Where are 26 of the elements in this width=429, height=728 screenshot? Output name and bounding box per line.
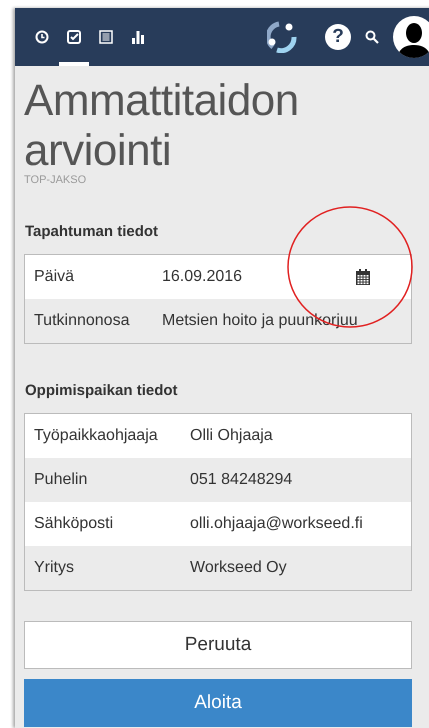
- search-icon[interactable]: [365, 30, 379, 44]
- row-label: Puhelin: [34, 471, 88, 489]
- avatar[interactable]: [393, 16, 429, 58]
- row-value: 16.09.2016: [162, 268, 242, 286]
- section-heading: Tapahtuman tiedot: [24, 223, 160, 240]
- row-label: Päivä: [34, 268, 76, 286]
- page-subtitle: TOP-JAKSO: [24, 174, 88, 186]
- row-value: Olli Ohjaaja: [190, 427, 273, 445]
- calendar-icon[interactable]: [355, 269, 371, 285]
- section-heading: Oppimispaikan tiedot: [24, 382, 179, 399]
- row-value: olli.ohjaaja@workseed.fi: [190, 515, 363, 533]
- row-label: Työpaikkaohjaaja: [34, 427, 159, 445]
- page-title: Ammattitaidon arviointi: [24, 76, 300, 175]
- row-label: Tutkinnonosa: [34, 312, 130, 330]
- row-label: Sähköposti: [34, 515, 114, 533]
- bar-chart-icon: [131, 30, 145, 44]
- list-icon: [99, 30, 113, 44]
- start-button[interactable]: Aloita: [24, 679, 412, 727]
- help-button[interactable]: ?: [325, 24, 351, 50]
- clock-icon: [35, 30, 49, 44]
- row-value: Workseed Oy: [190, 559, 287, 577]
- checkbox-icon: [67, 30, 81, 44]
- cancel-button[interactable]: Peruuta: [24, 621, 412, 669]
- row-value: 051 84248294: [190, 471, 292, 489]
- logo-icon: [267, 21, 297, 53]
- row-label: Yritys: [34, 559, 75, 577]
